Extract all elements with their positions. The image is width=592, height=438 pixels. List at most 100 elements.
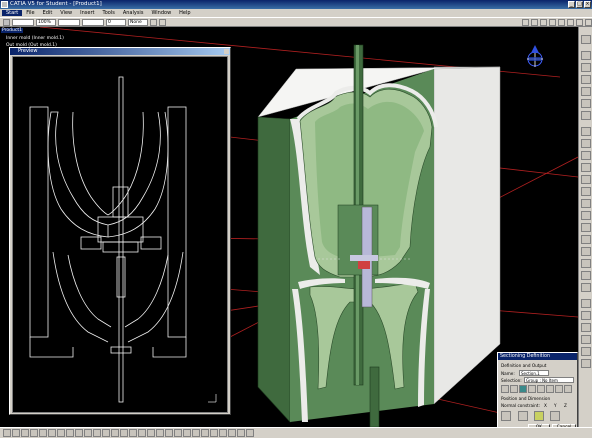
tool-3-icon[interactable] bbox=[581, 75, 591, 84]
menu-file[interactable]: File bbox=[22, 10, 38, 16]
zoom-in-icon[interactable] bbox=[48, 429, 56, 437]
color-picker-button[interactable] bbox=[3, 18, 10, 26]
menu-window[interactable]: Window bbox=[147, 10, 175, 16]
tool-1-icon[interactable] bbox=[581, 51, 591, 60]
tool-6-icon[interactable] bbox=[581, 111, 591, 120]
tool-5-icon[interactable] bbox=[581, 99, 591, 108]
tool-18-icon[interactable] bbox=[581, 259, 591, 268]
tool-11-icon[interactable] bbox=[581, 175, 591, 184]
fly-mode-icon[interactable] bbox=[12, 429, 20, 437]
scene-icon[interactable] bbox=[219, 429, 227, 437]
menu-view[interactable]: View bbox=[56, 10, 76, 16]
shading-icon[interactable] bbox=[84, 429, 92, 437]
hide-show-icon[interactable] bbox=[93, 429, 101, 437]
tool-14-icon[interactable] bbox=[581, 211, 591, 220]
invert-normal-icon[interactable] bbox=[534, 411, 544, 421]
toolbar-btn-g-icon[interactable] bbox=[576, 18, 583, 26]
workbench-icon[interactable] bbox=[581, 35, 591, 44]
render-style-combo[interactable]: None bbox=[128, 18, 148, 26]
preview-close-button[interactable] bbox=[224, 49, 229, 54]
selection-input[interactable]: Group : No Item bbox=[524, 377, 574, 383]
annotation-icon[interactable] bbox=[147, 429, 155, 437]
volume-cut-icon[interactable] bbox=[537, 385, 545, 393]
pan-icon[interactable] bbox=[30, 429, 38, 437]
tool-4-icon[interactable] bbox=[581, 87, 591, 96]
constraint-icon[interactable] bbox=[174, 429, 182, 437]
tool-12-icon[interactable] bbox=[581, 187, 591, 196]
toolbar-btn-h-icon[interactable] bbox=[585, 18, 592, 26]
menu-edit[interactable]: Edit bbox=[39, 10, 57, 16]
tool-22-icon[interactable] bbox=[581, 311, 591, 320]
tool-2-icon[interactable] bbox=[581, 63, 591, 72]
fit-all-icon[interactable] bbox=[21, 429, 29, 437]
clash-icon[interactable] bbox=[120, 429, 128, 437]
move-icon[interactable] bbox=[192, 429, 200, 437]
replay-icon[interactable] bbox=[246, 429, 254, 437]
name-input[interactable]: Section.1 bbox=[519, 370, 549, 376]
snapshot-icon[interactable] bbox=[156, 429, 164, 437]
tool-23-icon[interactable] bbox=[581, 323, 591, 332]
select-icon[interactable] bbox=[3, 429, 11, 437]
toolbar-btn-b-icon[interactable] bbox=[531, 18, 538, 26]
reset-position-icon[interactable] bbox=[518, 411, 528, 421]
section-preview-canvas[interactable] bbox=[12, 56, 228, 413]
iso-view-icon[interactable] bbox=[75, 429, 83, 437]
compass-icon[interactable] bbox=[527, 45, 543, 67]
grid-icon[interactable] bbox=[555, 385, 563, 393]
result-window-icon[interactable] bbox=[546, 385, 554, 393]
update-icon[interactable] bbox=[183, 429, 191, 437]
preview-title-bar[interactable]: Preview bbox=[10, 48, 230, 55]
section-box-icon[interactable] bbox=[519, 385, 527, 393]
menu-analysis[interactable]: Analysis bbox=[119, 10, 148, 16]
radio-x[interactable]: X bbox=[544, 403, 547, 408]
tool-8-icon[interactable] bbox=[581, 139, 591, 148]
menu-tools[interactable]: Tools bbox=[99, 10, 119, 16]
normal-view-icon[interactable] bbox=[66, 429, 74, 437]
section-icon[interactable] bbox=[129, 429, 137, 437]
maximize-button[interactable]: □ bbox=[576, 1, 583, 8]
zoom-out-icon[interactable] bbox=[57, 429, 65, 437]
tree-item-product1[interactable]: Product1 bbox=[1, 28, 23, 33]
catia-app-icon[interactable] bbox=[1, 1, 8, 8]
point-symbol-combo[interactable]: 0 bbox=[106, 18, 126, 26]
tool-10-icon[interactable] bbox=[581, 163, 591, 172]
tool-24-icon[interactable] bbox=[581, 335, 591, 344]
measure-icon[interactable] bbox=[111, 429, 119, 437]
toolbar-btn-f-icon[interactable] bbox=[567, 18, 574, 26]
tool-21-icon[interactable] bbox=[581, 299, 591, 308]
section-plane-icon[interactable] bbox=[501, 385, 509, 393]
tool-17-icon[interactable] bbox=[581, 247, 591, 256]
toolbar-btn-e-icon[interactable] bbox=[558, 18, 565, 26]
catalog-icon[interactable] bbox=[165, 429, 173, 437]
tool-20-icon[interactable] bbox=[581, 283, 591, 292]
color-combo[interactable] bbox=[12, 18, 34, 26]
menu-insert[interactable]: Insert bbox=[76, 10, 98, 16]
positioning-icon[interactable] bbox=[550, 411, 560, 421]
tool-15-icon[interactable] bbox=[581, 223, 591, 232]
tool-7-icon[interactable] bbox=[581, 127, 591, 136]
radio-z[interactable]: Z bbox=[564, 403, 567, 408]
track-icon[interactable] bbox=[237, 429, 245, 437]
menu-start[interactable]: Start bbox=[2, 10, 23, 16]
transparency-combo[interactable]: 100% bbox=[36, 18, 56, 26]
radio-y[interactable]: Y bbox=[554, 403, 557, 408]
tool-19-icon[interactable] bbox=[581, 271, 591, 280]
bom-icon[interactable] bbox=[210, 429, 218, 437]
painter-icon[interactable] bbox=[150, 18, 157, 26]
tool-16-icon[interactable] bbox=[581, 235, 591, 244]
clipping-icon[interactable] bbox=[528, 385, 536, 393]
section-slice-icon[interactable] bbox=[510, 385, 518, 393]
clear-icon[interactable] bbox=[564, 385, 572, 393]
linetype-combo[interactable] bbox=[82, 18, 104, 26]
toolbar-btn-c-icon[interactable] bbox=[540, 18, 547, 26]
tool-25-icon[interactable] bbox=[581, 347, 591, 356]
close-button[interactable]: × bbox=[584, 1, 591, 8]
swap-space-icon[interactable] bbox=[102, 429, 110, 437]
toolbar-btn-a-icon[interactable] bbox=[522, 18, 529, 26]
tool-26-icon[interactable] bbox=[581, 359, 591, 368]
distance-icon[interactable] bbox=[138, 429, 146, 437]
tool-9-icon[interactable] bbox=[581, 151, 591, 160]
menu-help[interactable]: Help bbox=[175, 10, 194, 16]
minimize-button[interactable]: _ bbox=[568, 1, 575, 8]
line-thickness-combo[interactable] bbox=[58, 18, 80, 26]
